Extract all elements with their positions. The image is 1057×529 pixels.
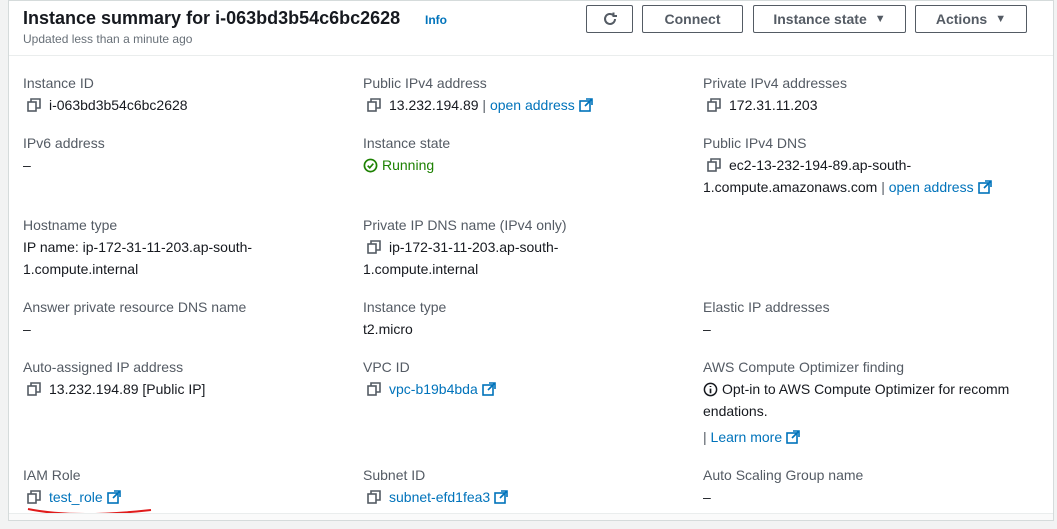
refresh-icon (603, 12, 617, 25)
public-dns-text1: ec2-13-232-194-89.ap-south- (729, 157, 912, 173)
vpc-id-label: VPC ID (363, 359, 410, 375)
separator: | (881, 179, 885, 195)
answer-dns-value: – (23, 321, 31, 337)
page-title: Instance summary for i-063bd3b54c6bc2628 (23, 8, 401, 28)
asg-name-label: Auto Scaling Group name (703, 467, 864, 483)
check-circle-icon (363, 158, 378, 173)
optimizer-text1: Opt-in to AWS Compute Optimizer for reco… (722, 381, 1010, 397)
public-dns-line1: ec2-13-232-194-89.ap-south- (707, 154, 911, 176)
refresh-button[interactable] (586, 5, 633, 33)
separator: | (703, 429, 707, 445)
instance-summary-panel: Instance summary for i-063bd3b54c6bc2628… (8, 0, 1054, 521)
subnet-id-link[interactable]: subnet-efd1fea3 (389, 489, 490, 505)
instance-state-field-label: Instance state (363, 135, 451, 151)
updated-text: Updated less than a minute ago (23, 32, 193, 46)
private-ipv4-text: 172.31.11.203 (729, 97, 818, 113)
instance-id-value: i-063bd3b54c6bc2628 (27, 94, 188, 116)
instance-state-dropdown[interactable]: Instance state ▼ (753, 5, 906, 33)
external-link-icon[interactable] (494, 490, 509, 504)
subnet-id-label: Subnet ID (363, 467, 426, 483)
public-dns-label: Public IPv4 DNS (703, 135, 807, 151)
auto-ip-text: 13.232.194.89 [Public IP] (49, 381, 206, 397)
instance-type-label: Instance type (363, 299, 447, 315)
iam-role-value: test_role (27, 486, 121, 508)
instance-id-text: i-063bd3b54c6bc2628 (49, 97, 188, 113)
connect-button[interactable]: Connect (642, 5, 743, 33)
public-ipv4-label: Public IPv4 address (363, 75, 487, 91)
asg-name-value: – (703, 489, 711, 505)
optimizer-line2: endations. (703, 403, 768, 419)
private-dns-label: Private IP DNS name (IPv4 only) (363, 217, 567, 233)
copy-icon[interactable] (27, 382, 41, 396)
external-link-icon[interactable] (106, 490, 121, 504)
elastic-ip-label: Elastic IP addresses (703, 299, 830, 315)
external-link-icon[interactable] (786, 430, 800, 444)
actions-label: Actions (935, 11, 988, 27)
iam-role-link[interactable]: test_role (49, 489, 103, 505)
vpc-id-value: vpc-b19b4bda (367, 378, 496, 400)
caret-down-icon: ▼ (995, 13, 1007, 25)
separator: | (482, 97, 487, 113)
info-link[interactable]: Info (425, 13, 447, 27)
external-link-icon[interactable] (481, 382, 496, 396)
public-dns-line2: 1.compute.amazonaws.com | open address (703, 176, 992, 198)
copy-icon[interactable] (367, 240, 381, 254)
public-ipv4-text: 13.232.194.89 (389, 97, 479, 113)
open-address-link-dns[interactable]: open address (889, 179, 974, 195)
copy-icon[interactable] (707, 158, 721, 172)
public-ipv4-value: 13.232.194.89 | open address (367, 94, 593, 116)
instance-type-value: t2.micro (363, 321, 413, 337)
instance-state-value: Running (363, 154, 434, 176)
hostname-type-label: Hostname type (23, 217, 118, 233)
optimizer-line1: Opt-in to AWS Compute Optimizer for reco… (703, 378, 1009, 400)
connect-label: Connect (664, 11, 721, 27)
learn-more-link[interactable]: Learn more (711, 429, 783, 445)
instance-id-label: Instance ID (23, 75, 94, 91)
external-link-icon[interactable] (578, 98, 593, 112)
open-address-link[interactable]: open address (490, 97, 575, 113)
panel-header: Instance summary for i-063bd3b54c6bc2628… (9, 1, 1053, 56)
public-dns-text2: 1.compute.amazonaws.com (703, 179, 878, 195)
iam-role-label: IAM Role (23, 467, 81, 483)
panel-footer (9, 513, 1053, 520)
answer-dns-label: Answer private resource DNS name (23, 299, 247, 315)
running-text: Running (382, 157, 435, 173)
copy-icon[interactable] (27, 98, 41, 112)
private-dns-text1: ip-172-31-11-203.ap-south- (389, 239, 559, 255)
auto-ip-label: Auto-assigned IP address (23, 359, 184, 375)
ipv6-value: – (23, 157, 31, 173)
info-circle-icon (703, 382, 718, 397)
copy-icon[interactable] (367, 490, 381, 504)
optimizer-label: AWS Compute Optimizer finding (703, 359, 904, 375)
copy-icon[interactable] (707, 98, 721, 112)
copy-icon[interactable] (367, 98, 381, 112)
auto-ip-value: 13.232.194.89 [Public IP] (27, 378, 205, 400)
subnet-id-value: subnet-efd1fea3 (367, 486, 509, 508)
copy-icon[interactable] (367, 382, 381, 396)
ipv6-label: IPv6 address (23, 135, 105, 151)
elastic-ip-value: – (703, 321, 711, 337)
learn-more-row: | Learn more (703, 426, 800, 448)
private-dns-line2: 1.compute.internal (363, 261, 479, 277)
private-dns-line1: ip-172-31-11-203.ap-south- (367, 236, 558, 258)
vpc-id-link[interactable]: vpc-b19b4bda (389, 381, 478, 397)
hostname-type-line2: 1.compute.internal (23, 261, 139, 277)
private-ipv4-value: 172.31.11.203 (707, 94, 818, 116)
copy-icon[interactable] (27, 490, 41, 504)
instance-state-label: Instance state (773, 11, 867, 27)
hostname-type-line1: IP name: ip-172-31-11-203.ap-south- (23, 239, 253, 255)
external-link-icon[interactable] (977, 180, 992, 194)
private-ipv4-label: Private IPv4 addresses (703, 75, 847, 91)
caret-down-icon: ▼ (874, 13, 886, 25)
actions-dropdown[interactable]: Actions ▼ (915, 5, 1027, 33)
